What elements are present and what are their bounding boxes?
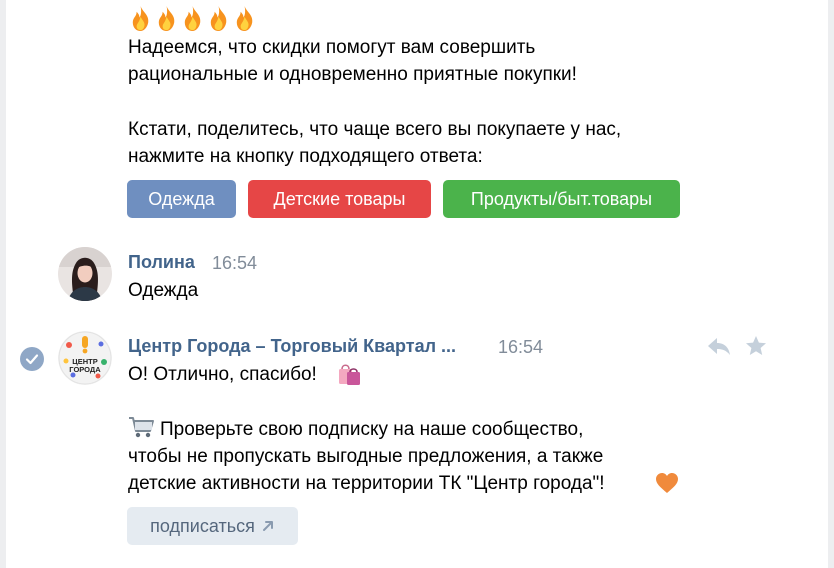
- avatar-photo: [58, 247, 112, 301]
- fire-emoji-icon: [184, 5, 201, 32]
- message-author[interactable]: Центр Города – Торговый Квартал ...: [128, 334, 456, 358]
- external-arrow-icon: [262, 521, 273, 531]
- keyboard-button-products[interactable]: Продукты/быт.товары: [443, 180, 680, 218]
- shopping-bags-icon: [339, 364, 360, 385]
- fire-emoji-icon: [158, 5, 175, 32]
- message-text-line: О! Отлично, спасибо!: [128, 364, 317, 385]
- fire-emoji-icon: [210, 5, 227, 32]
- orange-heart-icon: [656, 473, 678, 493]
- message-text-line: детские активности на территории ТК "Цен…: [128, 473, 605, 494]
- fire-emoji-icon: [236, 5, 253, 32]
- avatar-user[interactable]: [58, 247, 112, 301]
- reply-icon[interactable]: [706, 334, 732, 358]
- message-text-line: нажмите на кнопку подходящего ответа:: [128, 146, 483, 167]
- chat-history: Надеемся, что скидки помогут вам соверши…: [6, 0, 828, 568]
- group-logo: ЦЕНТР ГОРОДА: [58, 331, 112, 385]
- fire-emoji-icon: [132, 5, 149, 32]
- message-text: Одежда: [128, 280, 199, 301]
- avatar-group[interactable]: ЦЕНТР ГОРОДА: [58, 331, 112, 385]
- message-author[interactable]: Полина: [128, 250, 195, 274]
- subscribe-button[interactable]: подписаться: [127, 507, 298, 545]
- message-text-line: Кстати, поделитесь, что чаще всего вы по…: [128, 119, 622, 140]
- subscribe-label: подписаться: [150, 516, 255, 536]
- shopping-cart-icon: [129, 417, 154, 438]
- message-text-line: Надеемся, что скидки помогут вам соверши…: [128, 37, 536, 58]
- fire-emoji-row: [128, 5, 257, 33]
- message-text-line: Проверьте свою подписку на наше сообщест…: [160, 419, 584, 440]
- star-icon[interactable]: [744, 334, 768, 358]
- svg-text:ГОРОДА: ГОРОДА: [69, 365, 101, 374]
- keyboard-button-clothes[interactable]: Одежда: [127, 180, 236, 218]
- message-time[interactable]: 16:54: [498, 335, 543, 359]
- message-time[interactable]: 16:54: [212, 251, 257, 275]
- keyboard-button-kids-goods[interactable]: Детские товары: [248, 180, 431, 218]
- message-text-line: чтобы не пропускать выгодные предложения…: [128, 446, 604, 467]
- selected-check-icon[interactable]: [20, 347, 44, 371]
- message-text-line: рациональные и одновременно приятные пок…: [128, 64, 577, 85]
